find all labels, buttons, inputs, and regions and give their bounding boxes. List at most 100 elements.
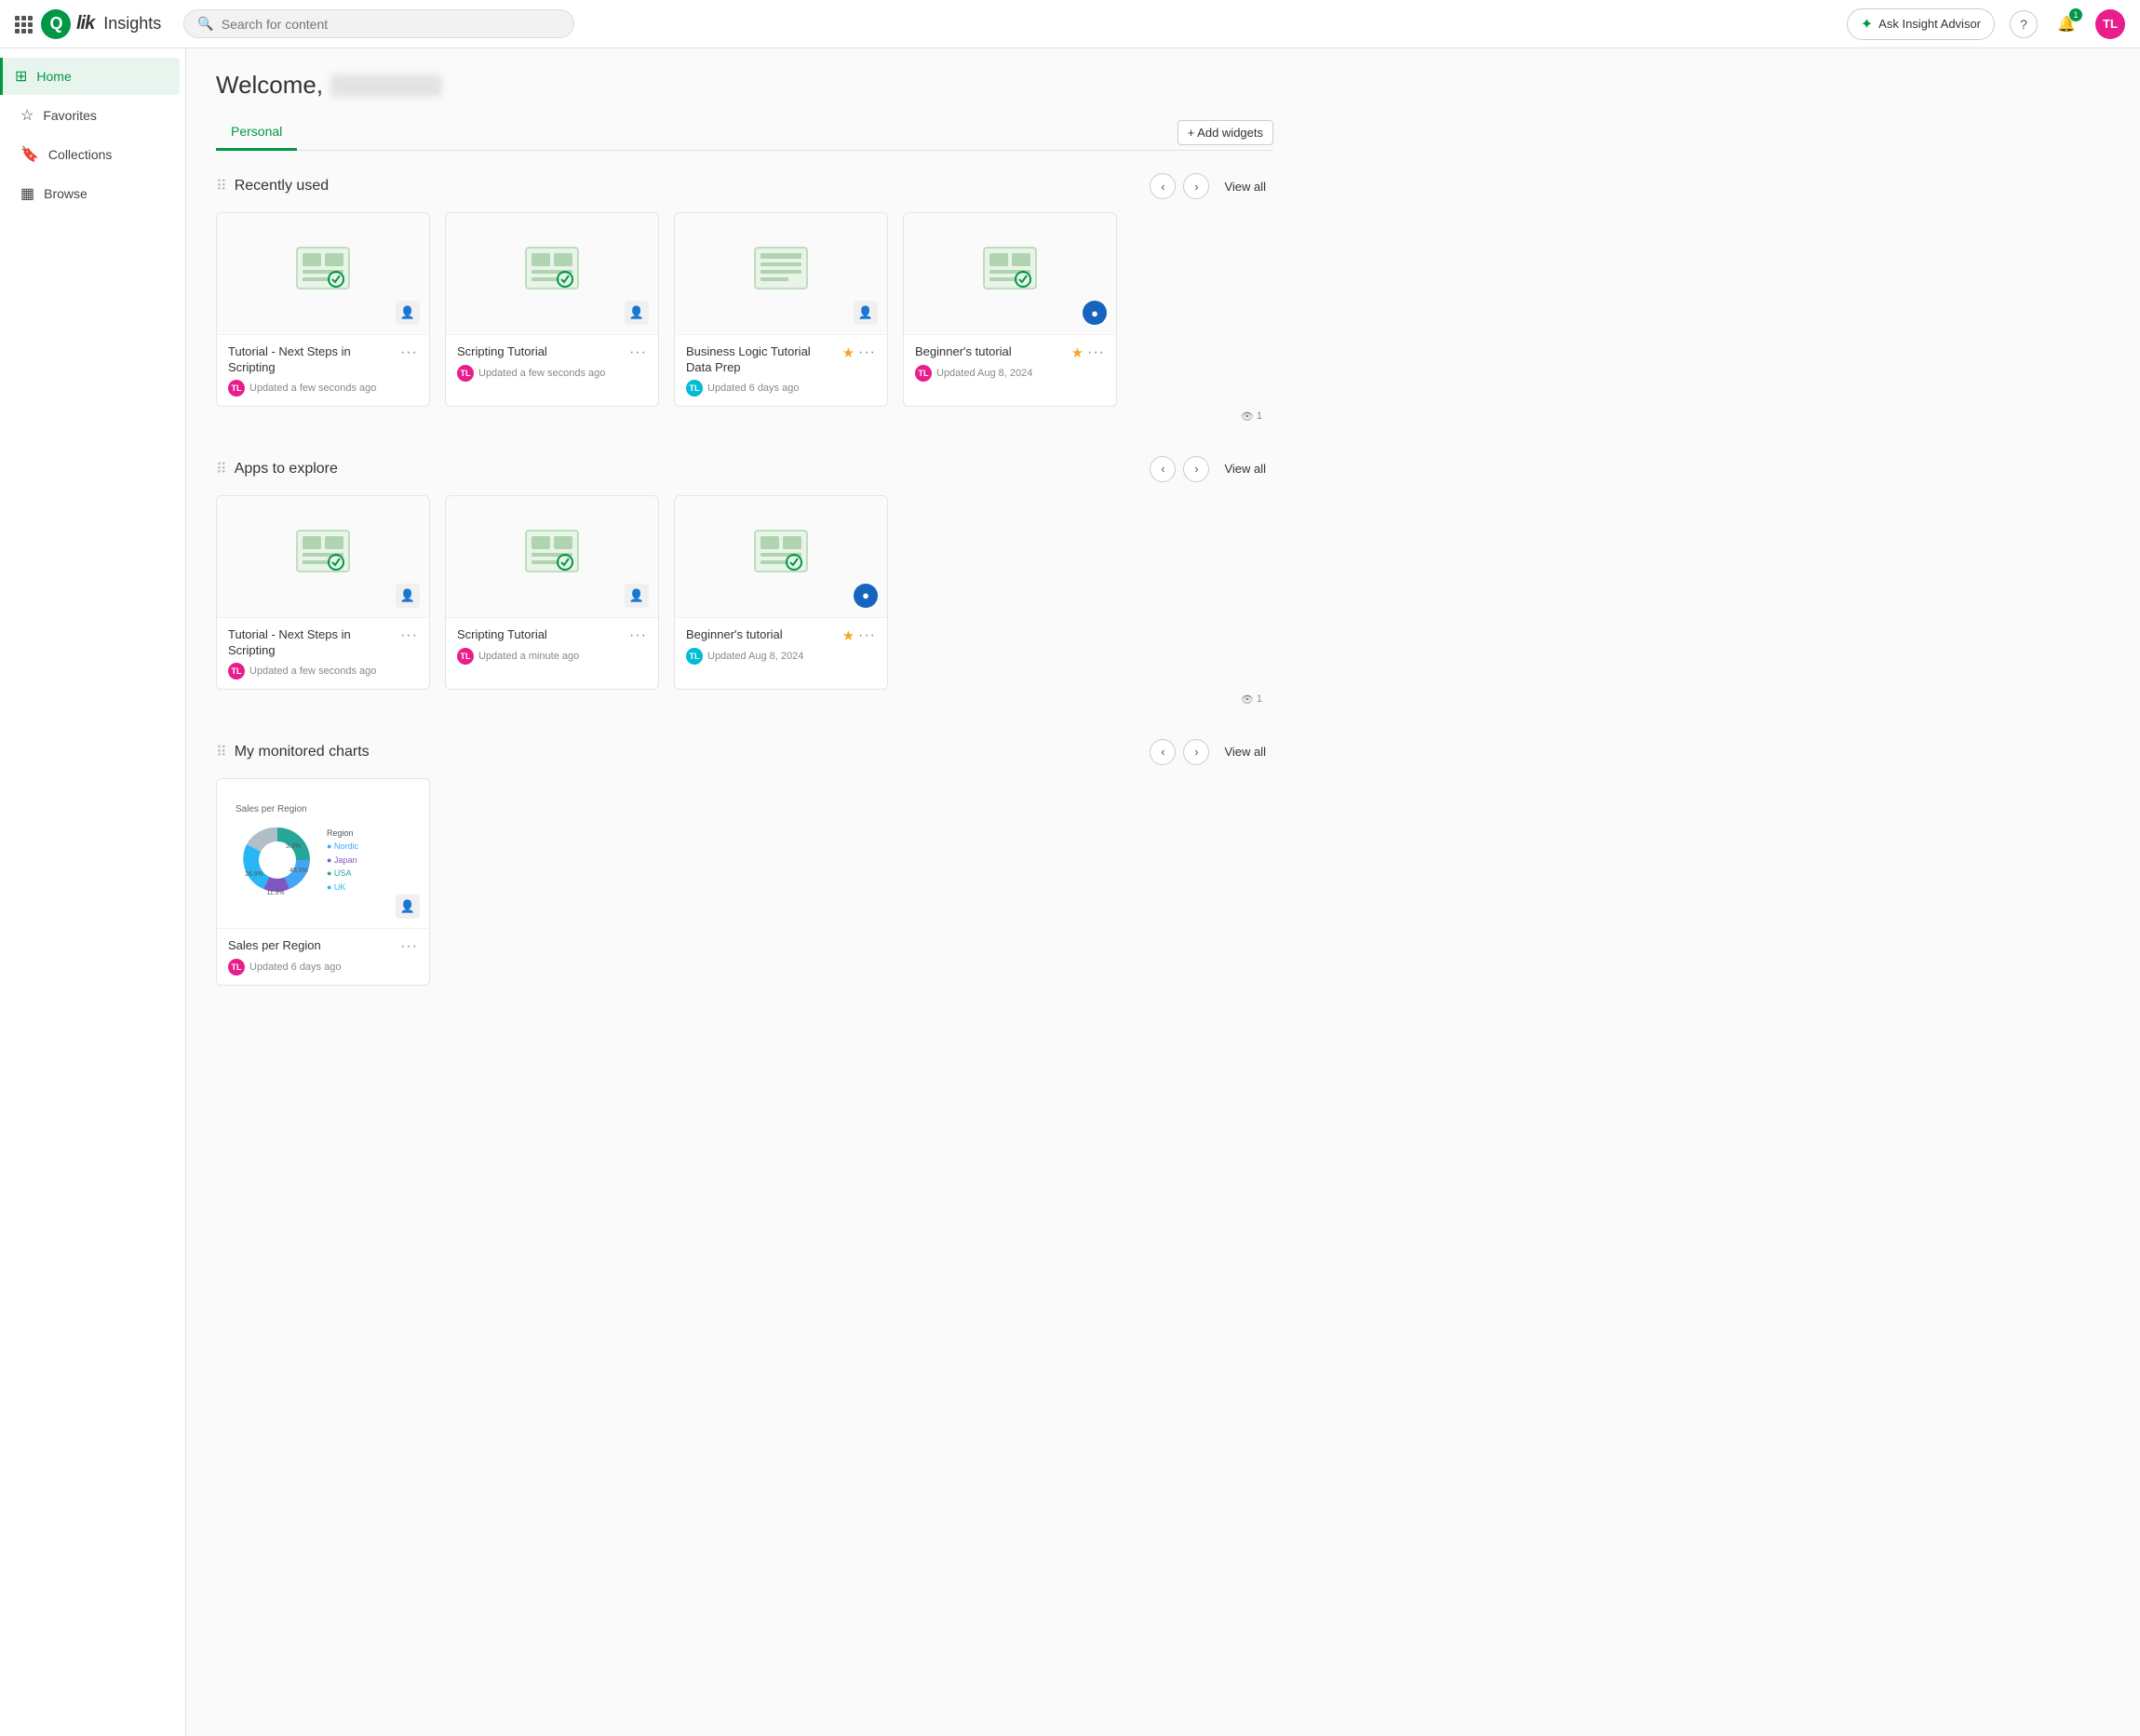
svg-text:45.5%: 45.5% bbox=[289, 868, 308, 874]
explore-more-3[interactable]: ··· bbox=[858, 627, 876, 644]
drag-handle-recently-used[interactable]: ⠿ bbox=[216, 177, 227, 195]
recently-used-card-3[interactable]: 👤 Business Logic Tutorial Data Prep ★ ··… bbox=[674, 212, 888, 407]
owner-badge-3: 👤 bbox=[854, 301, 878, 325]
explore-icon-2 bbox=[522, 527, 582, 586]
sidebar-item-collections[interactable]: 🔖 Collections bbox=[6, 136, 180, 173]
sidebar-item-home[interactable]: ⊞ Home bbox=[0, 58, 180, 95]
explore-star-3[interactable]: ★ bbox=[842, 627, 855, 644]
search-input[interactable] bbox=[222, 17, 561, 32]
card-meta-3: TL Updated 6 days ago bbox=[686, 380, 876, 397]
explore-time-1: Updated a few seconds ago bbox=[249, 666, 376, 677]
explore-more-2[interactable]: ··· bbox=[629, 627, 647, 644]
card-actions-1: ··· bbox=[400, 344, 418, 361]
explore-actions-3: ★ ··· bbox=[842, 627, 876, 644]
explore-thumbnail-1: 👤 bbox=[217, 496, 429, 617]
home-icon: ⊞ bbox=[15, 67, 27, 86]
explore-avatar-3: TL bbox=[686, 648, 703, 665]
monitored-chart-card-1[interactable]: Sales per Region bbox=[216, 778, 430, 986]
explore-card-1[interactable]: 👤 Tutorial - Next Steps in Scripting ···… bbox=[216, 495, 430, 690]
explore-time-2: Updated a minute ago bbox=[478, 651, 579, 662]
explore-header-3: Beginner's tutorial ★ ··· bbox=[686, 627, 876, 644]
next-button-recently-used[interactable]: › bbox=[1183, 173, 1209, 199]
sidebar-item-favorites[interactable]: ☆ Favorites bbox=[6, 97, 180, 134]
chart-viz: 3.3% 45.5% 11.3% 26.9% Region ● Nordic bbox=[236, 818, 411, 902]
more-options-button-1[interactable]: ··· bbox=[400, 344, 418, 361]
card-time-2: Updated a few seconds ago bbox=[478, 368, 605, 379]
more-options-button-2[interactable]: ··· bbox=[629, 344, 647, 361]
card-meta-2: TL Updated a few seconds ago bbox=[457, 365, 647, 382]
app-thumbnail-icon-1 bbox=[293, 244, 353, 303]
qlik-q-mark: Q bbox=[41, 9, 71, 39]
tab-personal[interactable]: Personal bbox=[216, 114, 297, 151]
more-options-button-3[interactable]: ··· bbox=[858, 344, 876, 361]
recently-used-card-2[interactable]: 👤 Scripting Tutorial ··· bbox=[445, 212, 659, 407]
owner-badge-2: 👤 bbox=[625, 301, 649, 325]
welcome-header: Welcome, bbox=[216, 71, 1273, 100]
apps-to-explore-cards-grid: 👤 Tutorial - Next Steps in Scripting ···… bbox=[216, 495, 1273, 690]
card-info-1: Tutorial - Next Steps in Scripting ··· T… bbox=[217, 334, 429, 406]
view-all-recently-used[interactable]: View all bbox=[1217, 176, 1273, 197]
app-thumbnail-icon-4 bbox=[980, 244, 1040, 303]
explore-avatar-1: TL bbox=[228, 663, 245, 680]
view-all-apps[interactable]: View all bbox=[1217, 458, 1273, 479]
explore-more-1[interactable]: ··· bbox=[400, 627, 418, 644]
explore-title-2: Scripting Tutorial bbox=[457, 627, 626, 643]
next-button-apps[interactable]: › bbox=[1183, 456, 1209, 482]
card-header-row-1: Tutorial - Next Steps in Scripting ··· bbox=[228, 344, 418, 376]
card-avatar-1: TL bbox=[228, 380, 245, 397]
chart-card-info: Sales per Region ··· TL Updated 6 days a… bbox=[217, 928, 429, 985]
view-all-monitored[interactable]: View all bbox=[1217, 741, 1273, 762]
ask-insight-advisor-button[interactable]: ✦ Ask Insight Advisor bbox=[1847, 8, 1995, 40]
section-title-recently-used: Recently used bbox=[235, 178, 1151, 195]
app-title: Insights bbox=[103, 14, 161, 34]
explore-card-3[interactable]: ● Beginner's tutorial ★ ··· bbox=[674, 495, 888, 690]
next-button-monitored[interactable]: › bbox=[1183, 739, 1209, 765]
section-header-monitored: ⠿ My monitored charts ‹ › View all bbox=[216, 739, 1273, 765]
avatar[interactable]: TL bbox=[2095, 9, 2125, 39]
recently-used-card-4[interactable]: ● Beginner's tutorial ★ ··· bbox=[903, 212, 1117, 407]
notifications-button[interactable]: 🔔 1 bbox=[2053, 10, 2080, 38]
card-time-4: Updated Aug 8, 2024 bbox=[936, 368, 1032, 379]
explore-header-1: Tutorial - Next Steps in Scripting ··· bbox=[228, 627, 418, 659]
browse-icon: ▦ bbox=[20, 184, 34, 203]
drag-handle-apps[interactable]: ⠿ bbox=[216, 460, 227, 478]
chart-avatar: TL bbox=[228, 959, 245, 976]
eye-icon: 👁 bbox=[1241, 410, 1254, 423]
star-button-3[interactable]: ★ bbox=[842, 344, 855, 361]
card-header-row-3: Business Logic Tutorial Data Prep ★ ··· bbox=[686, 344, 876, 376]
explore-meta-3: TL Updated Aug 8, 2024 bbox=[686, 648, 876, 665]
monitored-charts-grid: Sales per Region bbox=[216, 778, 1273, 986]
explore-card-2[interactable]: 👤 Scripting Tutorial ··· TL Updated a mi… bbox=[445, 495, 659, 690]
owner-badge-1: 👤 bbox=[396, 301, 420, 325]
star-button-4[interactable]: ★ bbox=[1071, 344, 1083, 361]
card-actions-2: ··· bbox=[629, 344, 647, 361]
sidebar-item-browse[interactable]: ▦ Browse bbox=[6, 175, 180, 212]
add-widgets-button[interactable]: + Add widgets bbox=[1178, 120, 1273, 145]
section-monitored-charts: ⠿ My monitored charts ‹ › View all bbox=[216, 739, 1273, 986]
more-options-button-4[interactable]: ··· bbox=[1087, 344, 1105, 361]
drag-handle-monitored[interactable]: ⠿ bbox=[216, 743, 227, 761]
explore-thumbnail-2: 👤 bbox=[446, 496, 658, 617]
apps-grid-icon[interactable] bbox=[15, 16, 32, 33]
content-area: Welcome, Personal + Add widgets ⠿ Recent… bbox=[186, 48, 2140, 1736]
chart-thumbnail-1: Sales per Region bbox=[217, 779, 429, 928]
section-controls-apps: ‹ › View all bbox=[1150, 456, 1273, 482]
section-header-apps-to-explore: ⠿ Apps to explore ‹ › View all bbox=[216, 456, 1273, 482]
card-meta-1: TL Updated a few seconds ago bbox=[228, 380, 418, 397]
help-button[interactable]: ? bbox=[2010, 10, 2038, 38]
card-thumbnail-1: 👤 bbox=[217, 213, 429, 334]
welcome-name bbox=[330, 74, 442, 97]
card-avatar-3: TL bbox=[686, 380, 703, 397]
card-info-4: Beginner's tutorial ★ ··· TL Updated Aug… bbox=[904, 334, 1116, 391]
prev-button-monitored[interactable]: ‹ bbox=[1150, 739, 1176, 765]
chart-more-button[interactable]: ··· bbox=[400, 938, 418, 955]
card-actions-4: ★ ··· bbox=[1071, 344, 1105, 361]
prev-button-recently-used[interactable]: ‹ bbox=[1150, 173, 1176, 199]
sidebar-item-label-collections: Collections bbox=[48, 147, 112, 162]
donut-chart-svg: 3.3% 45.5% 11.3% 26.9% bbox=[236, 818, 319, 902]
prev-button-apps[interactable]: ‹ bbox=[1150, 456, 1176, 482]
search-bar[interactable]: 🔍 bbox=[183, 9, 574, 38]
qlik-logo: Q lik bbox=[41, 9, 94, 39]
recently-used-card-1[interactable]: 👤 Tutorial - Next Steps in Scripting ··· bbox=[216, 212, 430, 407]
explore-meta-1: TL Updated a few seconds ago bbox=[228, 663, 418, 680]
